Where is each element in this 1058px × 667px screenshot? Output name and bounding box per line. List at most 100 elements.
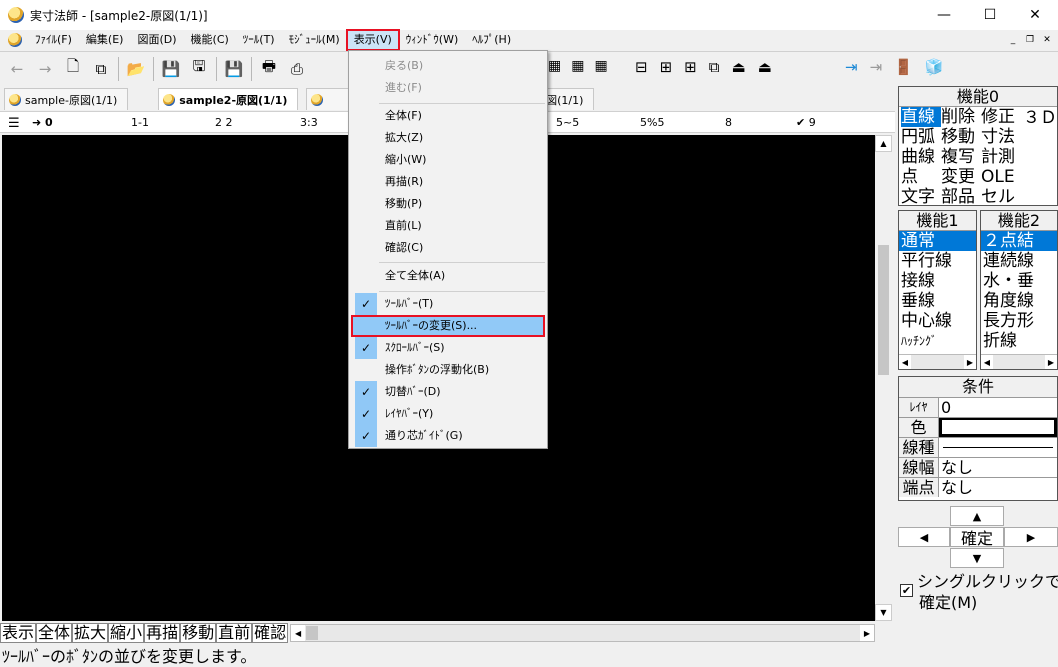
- func2-two-point[interactable]: ２点結: [981, 231, 1057, 251]
- maximize-button[interactable]: ☐: [967, 0, 1013, 30]
- menu-function[interactable]: 機能(C): [184, 30, 236, 50]
- group-icon[interactable]: ⊟: [635, 58, 648, 76]
- nav-up-button[interactable]: ▲: [950, 506, 1004, 526]
- layer-item-5[interactable]: 5~5: [556, 116, 579, 129]
- scroll-left-arrow-icon[interactable]: ◀: [981, 355, 993, 369]
- 3d-cube-icon[interactable]: 🧊: [925, 58, 944, 76]
- func2-rectangle[interactable]: 長方形: [981, 311, 1057, 331]
- menu-previous[interactable]: 直前(L): [351, 215, 545, 237]
- nav-left-button[interactable]: ◀: [898, 527, 950, 547]
- cmd-previous-button[interactable]: 直前: [216, 623, 253, 643]
- single-click-checkbox[interactable]: ✔: [900, 584, 913, 597]
- layer-item-1[interactable]: 1-1: [131, 116, 149, 129]
- func-parts[interactable]: 部品: [941, 187, 981, 207]
- layer-item-2[interactable]: 2 2: [215, 116, 233, 129]
- cmd-move-button[interactable]: 移動: [180, 623, 217, 643]
- send-down-icon[interactable]: ⏏: [758, 58, 772, 76]
- print-icon[interactable]: 🖶: [258, 57, 280, 80]
- cond-linetype-row[interactable]: 線種: [899, 437, 1057, 457]
- cond-color-row[interactable]: 色: [899, 417, 1057, 437]
- tab-sample[interactable]: sample-原図(1/1): [4, 88, 129, 110]
- menu-help[interactable]: ﾍﾙﾌﾟ(H): [465, 30, 518, 50]
- layer-item-3[interactable]: 3:3: [300, 116, 318, 129]
- menu-confirm[interactable]: 確認(C): [351, 237, 545, 259]
- func-measure[interactable]: 計測: [981, 147, 1021, 167]
- cmd-confirm-button[interactable]: 確認: [252, 623, 289, 643]
- menu-switch-bar[interactable]: ✓ 切替ﾊﾞｰ(D): [351, 381, 545, 403]
- func-curve[interactable]: 曲線: [901, 147, 941, 167]
- tile-icon[interactable]: ⊞: [684, 58, 697, 76]
- func-line[interactable]: 直線: [901, 107, 941, 127]
- menu-all-fit-all[interactable]: 全て全体(A): [351, 265, 545, 287]
- back-arrow-icon[interactable]: ←: [6, 58, 28, 80]
- func-point[interactable]: 点: [901, 167, 941, 187]
- menu-edit[interactable]: 編集(E): [79, 30, 131, 50]
- func1-perpendicular[interactable]: 垂線: [899, 291, 976, 311]
- layer-item-8[interactable]: 8: [725, 116, 732, 129]
- mdi-minimize-button[interactable]: _: [1006, 33, 1020, 47]
- menu-drawing[interactable]: 図面(D): [130, 30, 183, 50]
- func2-polyline[interactable]: 折線: [981, 331, 1057, 351]
- new-file-icon[interactable]: 🗋: [62, 57, 84, 80]
- minimize-button[interactable]: —: [921, 0, 967, 30]
- cmd-fit-all-button[interactable]: 全体: [36, 623, 73, 643]
- single-click-option[interactable]: ✔ シングルクリックで 確定(M): [900, 572, 1058, 616]
- menu-move[interactable]: 移動(P): [351, 193, 545, 215]
- horizontal-scrollbar[interactable]: ◀ ▶: [290, 624, 875, 642]
- menu-scrollbar[interactable]: ✓ ｽｸﾛｰﾙﾊﾞｰ(S): [351, 337, 545, 359]
- mdi-restore-button[interactable]: ❐: [1023, 33, 1037, 47]
- func1-parallel[interactable]: 平行線: [899, 251, 976, 271]
- menu-view[interactable]: 表示(V): [345, 29, 400, 51]
- func-delete[interactable]: 削除: [941, 107, 981, 127]
- exit-door-icon[interactable]: 🚪: [894, 58, 913, 76]
- layer-icon[interactable]: ▦: [548, 58, 561, 74]
- forward-arrow-icon[interactable]: →: [34, 58, 56, 80]
- func-arc[interactable]: 円弧: [901, 127, 941, 147]
- bring-up-icon[interactable]: ⏏: [731, 58, 745, 76]
- hscroll-thumb[interactable]: [306, 626, 319, 640]
- new-window-icon[interactable]: ⧉: [90, 58, 112, 80]
- func1-centerline[interactable]: 中心線: [899, 311, 976, 331]
- mdi-close-button[interactable]: ✕: [1040, 33, 1054, 47]
- nav-right-button[interactable]: ▶: [1004, 527, 1058, 547]
- func2-continuous[interactable]: 連続線: [981, 251, 1057, 271]
- print-preview-icon[interactable]: ⎙: [286, 58, 308, 80]
- close-button[interactable]: ✕: [1012, 0, 1058, 30]
- layer-move-icon[interactable]: ▦: [594, 58, 607, 74]
- ungroup-icon[interactable]: ⊞: [660, 58, 673, 76]
- open-folder-icon[interactable]: 📂: [125, 58, 147, 80]
- menu-redraw[interactable]: 再描(R): [351, 171, 545, 193]
- layer-select-icon[interactable]: ▦: [571, 58, 584, 74]
- menu-layer-bar[interactable]: ✓ ﾚｲﾔﾊﾞｰ(Y): [351, 403, 545, 425]
- func-dimension[interactable]: 寸法: [981, 127, 1021, 147]
- nav-down-button[interactable]: ▼: [950, 548, 1004, 568]
- cmd-zoom-out-button[interactable]: 縮小: [108, 623, 145, 643]
- menu-window[interactable]: ｳｨﾝﾄﾞｳ(W): [399, 30, 465, 50]
- scroll-right-arrow-icon[interactable]: ▶: [860, 625, 874, 641]
- layer-item-0[interactable]: ➜ 0: [32, 116, 53, 129]
- menu-tools[interactable]: ﾂｰﾙ(T): [236, 30, 282, 50]
- func1-hatching[interactable]: ﾊｯﾁﾝｸﾞ: [899, 331, 976, 351]
- menu-customize-toolbar[interactable]: ﾂｰﾙﾊﾞｰの変更(S)...: [351, 315, 545, 337]
- func-cell[interactable]: セル: [981, 187, 1021, 207]
- scroll-left-arrow-icon[interactable]: ◀: [291, 625, 306, 641]
- func2-horiz-vert[interactable]: 水・垂: [981, 271, 1057, 291]
- scroll-left-arrow-icon[interactable]: ◀: [899, 355, 911, 369]
- export-icon[interactable]: ⇥: [870, 58, 883, 76]
- import-icon[interactable]: ⇥: [845, 58, 858, 76]
- scroll-right-arrow-icon[interactable]: ▶: [1045, 355, 1057, 369]
- cond-layer-row[interactable]: ﾚｲﾔ 0: [899, 397, 1057, 417]
- save-as-icon[interactable]: 💾: [223, 58, 245, 80]
- func-modify[interactable]: 修正: [981, 107, 1021, 127]
- cmd-view-button[interactable]: 表示: [0, 623, 37, 643]
- cmd-zoom-in-button[interactable]: 拡大: [72, 623, 109, 643]
- scroll-down-arrow-icon[interactable]: ▼: [875, 604, 892, 621]
- save-all-icon[interactable]: 🖫: [188, 57, 210, 80]
- confirm-button[interactable]: 確定: [950, 527, 1004, 548]
- cascade-icon[interactable]: ⧉: [709, 58, 720, 76]
- func1-tangent[interactable]: 接線: [899, 271, 976, 291]
- func-copy[interactable]: 複写: [941, 147, 981, 167]
- layer-item-6[interactable]: 5%5: [640, 116, 664, 129]
- menu-zoom-in[interactable]: 拡大(Z): [351, 127, 545, 149]
- save-icon[interactable]: 💾: [160, 58, 182, 80]
